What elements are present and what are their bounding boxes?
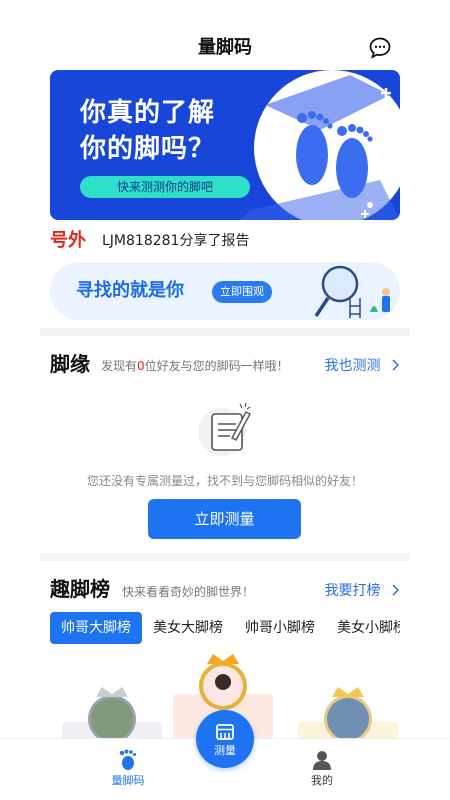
join-ranking-link[interactable]: 我要打榜: [325, 581, 400, 601]
tab-home-label: 量脚码: [111, 774, 145, 787]
foot-match-title: 脚缘: [50, 352, 90, 376]
news-logo: 号外: [50, 230, 86, 251]
tab-mine-label: 我的: [311, 774, 333, 787]
app-header: 量脚码: [0, 0, 450, 66]
magnifier-illustration: [314, 265, 390, 318]
chevron-right-icon: [392, 359, 400, 371]
ranking-title: 趣脚榜: [50, 577, 110, 601]
tab-handsome-big-feet[interactable]: 帅哥大脚榜: [50, 612, 142, 644]
banner-cta[interactable]: 快来测测你的脚吧: [80, 176, 250, 198]
section-divider: [40, 328, 410, 336]
ranking-tabs: 帅哥大脚榜 美女大脚榜 帅哥小脚榜 美女小脚榜: [50, 612, 400, 644]
banner-headline-1: 你真的了解: [80, 98, 216, 128]
tab-beauty-big-feet[interactable]: 美女大脚榜: [146, 612, 230, 644]
empty-notes-icon: [198, 402, 251, 456]
measure-icon: [216, 724, 234, 740]
promo-button[interactable]: 立即围观: [212, 281, 272, 303]
chevron-right-icon: [392, 584, 400, 596]
hero-banner[interactable]: 你真的了解 你的脚吗？ 快来测测你的脚吧: [50, 70, 400, 220]
promo-text: 寻找的就是你: [76, 280, 184, 301]
tab-mine[interactable]: 我的: [292, 749, 352, 788]
measure-now-button[interactable]: 立即测量: [148, 499, 301, 539]
foot-match-subtitle: 发现有0位好友与您的脚码一样哦！: [101, 359, 289, 373]
measure-fab-label: 测量: [214, 744, 236, 757]
empty-state-text: 您还没有专属测量过，找不到与您脚码相似的好友！: [86, 474, 363, 488]
promo-banner[interactable]: 寻找的就是你 立即围观: [50, 262, 400, 320]
user-icon: [313, 751, 331, 770]
news-ticker[interactable]: 号外 LJM818281分享了报告: [50, 229, 410, 253]
chat-bubble-icon[interactable]: [368, 36, 392, 60]
news-message: LJM818281分享了报告: [102, 233, 250, 249]
tab-beauty-small-feet[interactable]: 美女小脚榜: [330, 612, 400, 644]
measure-fab[interactable]: 测量: [196, 710, 254, 768]
ranking-subtitle: 快来看看奇妙的脚世界！: [122, 585, 255, 599]
footprint-icon: [119, 749, 136, 770]
tab-handsome-small-feet[interactable]: 帅哥小脚榜: [238, 612, 322, 644]
section-divider: [40, 553, 410, 561]
banner-headline-2: 你的脚吗？: [80, 134, 216, 164]
tab-home[interactable]: 量脚码: [98, 749, 158, 788]
try-measure-link[interactable]: 我也测测: [325, 356, 400, 376]
